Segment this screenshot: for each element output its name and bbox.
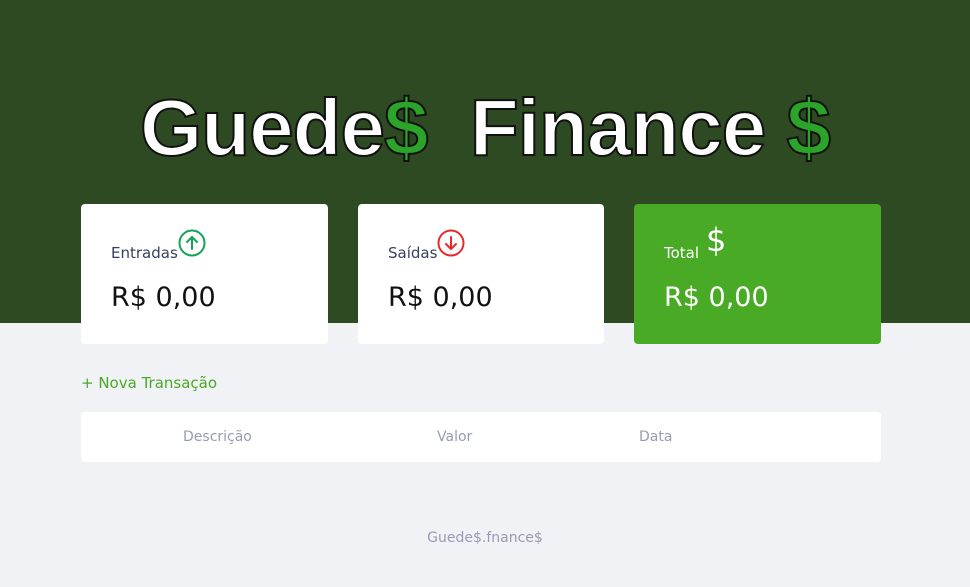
- total-card: Total $ R$ 0,00: [634, 204, 881, 344]
- expense-value: R$ 0,00: [388, 282, 493, 313]
- logo-dollar-2: $: [785, 82, 831, 173]
- table-header-date: Data: [639, 429, 673, 445]
- footer-text: Guede$.fnance$: [427, 530, 543, 546]
- logo-dollar-1: $: [383, 82, 429, 173]
- table-header-value: Valor: [437, 429, 473, 445]
- expense-label: Saídas: [388, 244, 438, 262]
- app-logo: Guede$ Finance $: [0, 82, 970, 174]
- transactions-table: Descrição Valor Data: [81, 412, 881, 462]
- income-card: Entradas R$ 0,00: [81, 204, 328, 344]
- arrow-down-circle-icon: [437, 229, 465, 257]
- new-transaction-button[interactable]: + Nova Transação: [81, 374, 217, 392]
- total-value: R$ 0,00: [664, 282, 769, 313]
- table-header-description: Descrição: [183, 429, 252, 445]
- expense-card: Saídas R$ 0,00: [358, 204, 604, 344]
- logo-word-1: Guede: [139, 82, 386, 173]
- total-label: Total: [664, 244, 700, 262]
- income-value: R$ 0,00: [111, 282, 216, 313]
- arrow-up-circle-icon: [178, 229, 206, 257]
- logo-word-2: Finance: [469, 82, 767, 173]
- income-label: Entradas: [111, 244, 178, 262]
- dollar-sign-icon: $: [706, 221, 727, 259]
